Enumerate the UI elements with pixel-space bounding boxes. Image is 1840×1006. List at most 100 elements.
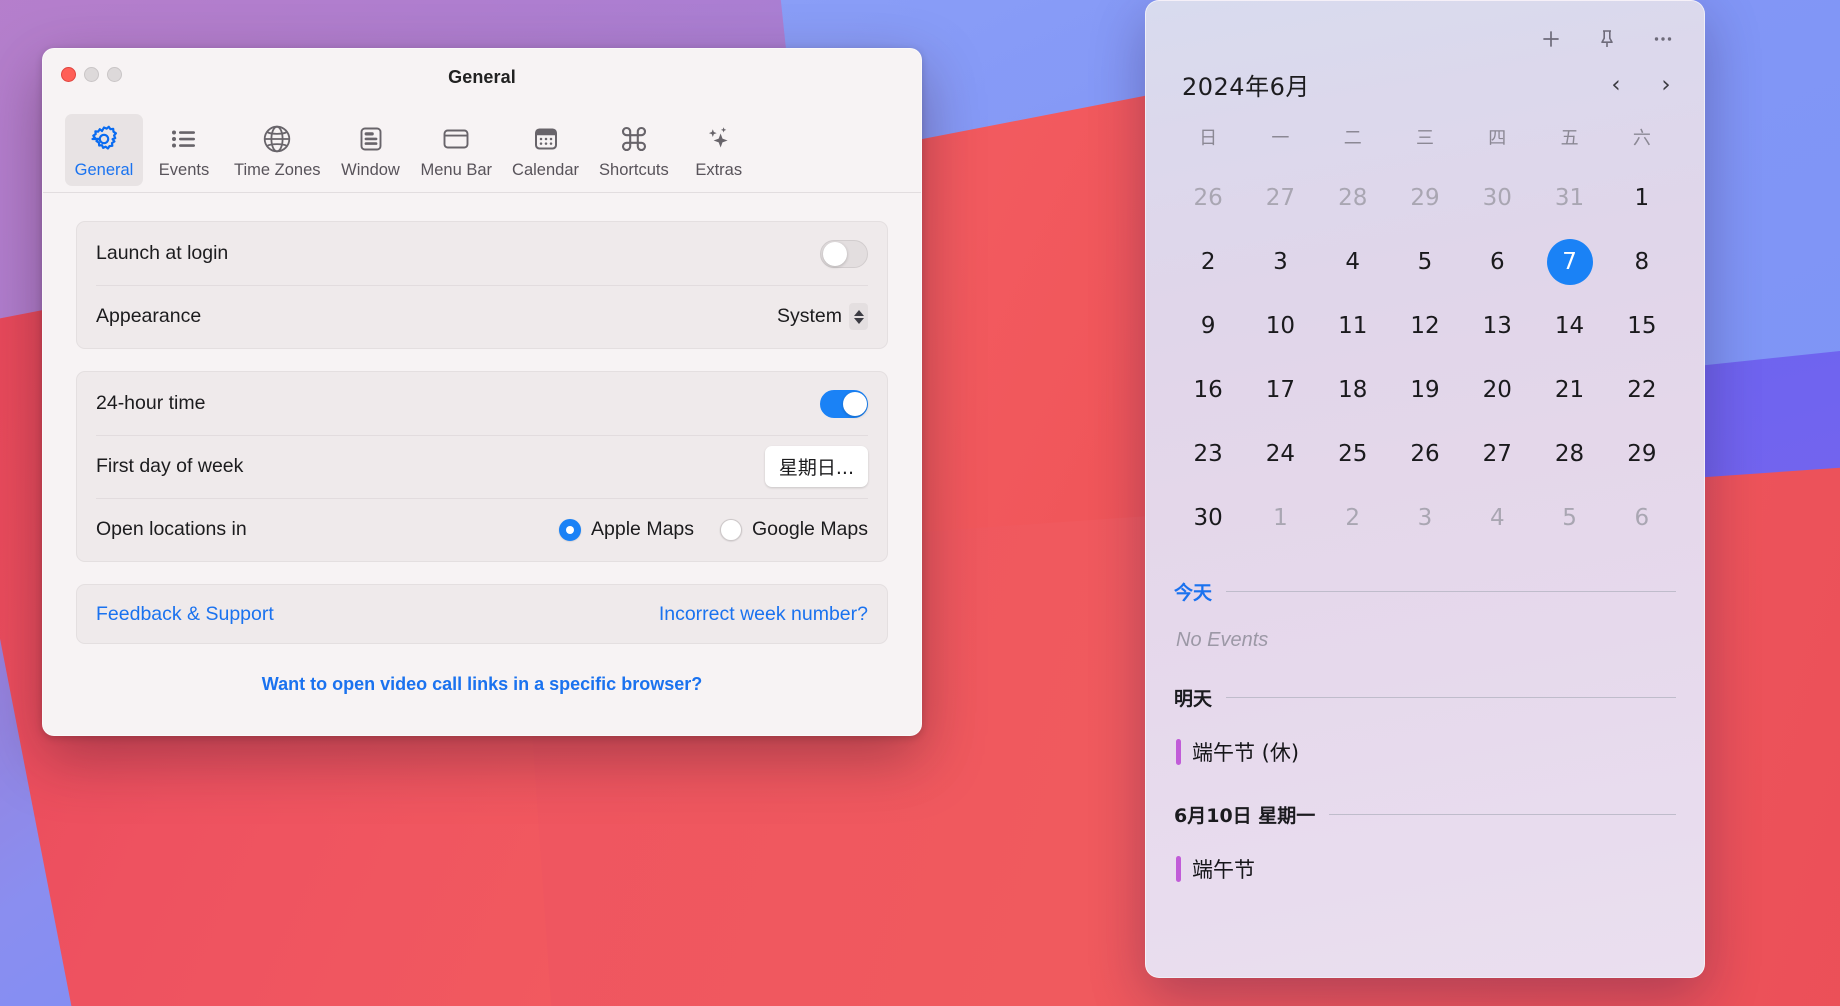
window-titlebar: General	[43, 49, 921, 105]
calendar-day-cell[interactable]: 10	[1244, 294, 1316, 358]
calendar-weekday-row: 日 一 二 三 四 五 六	[1172, 120, 1678, 166]
preferences-window: General General Events Time Zones Window…	[42, 48, 922, 736]
radio-google-maps[interactable]	[720, 518, 743, 541]
calendar-day-cell[interactable]: 27	[1461, 422, 1533, 486]
settings-group-1: Launch at login Appearance System	[76, 221, 888, 349]
list-icon	[169, 122, 199, 156]
launch-at-login-label: Launch at login	[96, 242, 229, 264]
tab-shortcuts[interactable]: Shortcuts	[590, 114, 678, 186]
24-hour-time-toggle[interactable]	[820, 389, 868, 418]
tab-menu-bar[interactable]: Menu Bar	[412, 114, 502, 186]
calendar-day-cell[interactable]: 16	[1172, 358, 1244, 422]
calendar-day-cell[interactable]: 2	[1172, 230, 1244, 294]
calendar-day-cell[interactable]: 5	[1389, 230, 1461, 294]
calendar-day-cell[interactable]: 9	[1172, 294, 1244, 358]
close-button[interactable]	[61, 67, 76, 82]
chevron-updown-icon[interactable]	[849, 303, 868, 330]
calendar-day-cell[interactable]: 14	[1533, 294, 1605, 358]
event-item[interactable]: 端午节	[1174, 828, 1676, 906]
calendar-day-cell[interactable]: 6	[1461, 230, 1533, 294]
calendar-day-number: 2	[1200, 249, 1216, 275]
calendar-day-cell[interactable]: 29	[1606, 422, 1678, 486]
events-section-title: 今天	[1174, 582, 1213, 604]
bottom-link-container: Want to open video call links in a speci…	[76, 674, 888, 695]
calendar-day-cell[interactable]: 13	[1461, 294, 1533, 358]
pin-icon[interactable]	[1594, 26, 1620, 52]
calendar-day-cell[interactable]: 23	[1172, 422, 1244, 486]
calendar-day-cell[interactable]: 24	[1244, 422, 1316, 486]
tab-extras[interactable]: Extras	[680, 114, 758, 186]
tab-events[interactable]: Events	[145, 114, 223, 186]
calendar-day-cell[interactable]: 17	[1244, 358, 1316, 422]
calendar-day-cell[interactable]: 26	[1172, 166, 1244, 230]
calendar-day-cell[interactable]: 21	[1533, 358, 1605, 422]
calendar-day-cell[interactable]: 11	[1317, 294, 1389, 358]
calendar-day-cell[interactable]: 30	[1461, 166, 1533, 230]
video-call-browser-link[interactable]: Want to open video call links in a speci…	[262, 674, 702, 694]
calendar-day-cell[interactable]: 3	[1244, 230, 1316, 294]
section-divider	[1226, 591, 1676, 592]
calendar-day-cell[interactable]: 18	[1317, 358, 1389, 422]
radio-option-apple-maps[interactable]: Apple Maps	[559, 518, 694, 541]
weekday-header: 六	[1632, 128, 1651, 149]
event-title: 端午节	[1192, 858, 1255, 882]
calendar-day-cell[interactable]: 22	[1606, 358, 1678, 422]
plus-icon[interactable]	[1538, 26, 1564, 52]
calendar-day-cell[interactable]: 28	[1317, 166, 1389, 230]
row-24-hour-time: 24-hour time	[77, 372, 887, 435]
minimize-button[interactable]	[84, 67, 99, 82]
tab-time-zones[interactable]: Time Zones	[225, 114, 330, 186]
open-locations-in-label: Open locations in	[96, 518, 247, 540]
tab-calendar-label: Calendar	[512, 161, 580, 179]
next-month-button[interactable]: ›	[1656, 72, 1676, 98]
calendar-day-cell[interactable]: 7	[1533, 230, 1605, 294]
events-list: 今天 No Events 明天 端午节 (休) 6月10日 星期一 端午节	[1146, 550, 1704, 906]
radio-option-google-maps[interactable]: Google Maps	[720, 518, 868, 541]
calendar-day-cell[interactable]: 26	[1389, 422, 1461, 486]
tab-general-label: General	[74, 161, 134, 179]
calendar-day-cell[interactable]: 6	[1606, 486, 1678, 550]
calendar-day-cell[interactable]: 4	[1317, 230, 1389, 294]
tab-window[interactable]: Window	[332, 114, 410, 186]
more-icon[interactable]	[1650, 26, 1676, 52]
calendar-day-cell[interactable]: 1	[1606, 166, 1678, 230]
calendar-day-cell[interactable]: 28	[1533, 422, 1605, 486]
calendar-day-number: 1	[1634, 185, 1650, 211]
tab-extras-label: Extras	[695, 161, 743, 179]
calendar-day-cell[interactable]: 1	[1244, 486, 1316, 550]
calendar-day-number: 2	[1345, 505, 1361, 531]
maximize-button[interactable]	[107, 67, 122, 82]
tab-general[interactable]: General	[65, 114, 143, 186]
tab-calendar[interactable]: Calendar	[503, 114, 588, 186]
calendar-day-cell[interactable]: 5	[1533, 486, 1605, 550]
calendar-day-cell[interactable]: 19	[1389, 358, 1461, 422]
first-day-of-week-popup[interactable]: 星期日...	[764, 446, 868, 487]
calendar-day-cell[interactable]: 20	[1461, 358, 1533, 422]
calendar-day-cell[interactable]: 4	[1461, 486, 1533, 550]
event-item[interactable]: 端午节 (休)	[1174, 711, 1676, 789]
prev-month-button[interactable]: ‹	[1606, 72, 1626, 98]
calendar-day-number: 15	[1627, 313, 1657, 339]
calendar-day-cell[interactable]: 29	[1389, 166, 1461, 230]
radio-apple-maps[interactable]	[559, 518, 582, 541]
calendar-day-cell[interactable]: 15	[1606, 294, 1678, 358]
calendar-day-cell[interactable]: 30	[1172, 486, 1244, 550]
calendar-header: 2024年6月 ‹ ›	[1146, 59, 1704, 106]
tab-window-label: Window	[341, 161, 400, 179]
feedback-support-link[interactable]: Feedback & Support	[96, 603, 274, 626]
open-locations-radio-group: Apple Maps Google Maps	[559, 518, 868, 541]
launch-at-login-toggle[interactable]	[820, 239, 868, 268]
calendar-day-number: 18	[1338, 377, 1368, 403]
incorrect-week-number-link[interactable]: Incorrect week number?	[659, 603, 868, 626]
calendar-day-cell[interactable]: 25	[1317, 422, 1389, 486]
calendar-day-cell[interactable]: 12	[1389, 294, 1461, 358]
calendar-day-cell[interactable]: 3	[1389, 486, 1461, 550]
events-sections: 明天 端午节 (休) 6月10日 星期一 端午节	[1174, 684, 1676, 906]
calendar-day-cell[interactable]: 2	[1317, 486, 1389, 550]
events-section-header: 6月10日 星期一	[1174, 801, 1676, 828]
appearance-popup[interactable]: System	[777, 303, 868, 330]
calendar-day-cell[interactable]: 8	[1606, 230, 1678, 294]
calendar-day-cell[interactable]: 27	[1244, 166, 1316, 230]
toggle-knob	[823, 242, 847, 266]
calendar-day-cell[interactable]: 31	[1533, 166, 1605, 230]
